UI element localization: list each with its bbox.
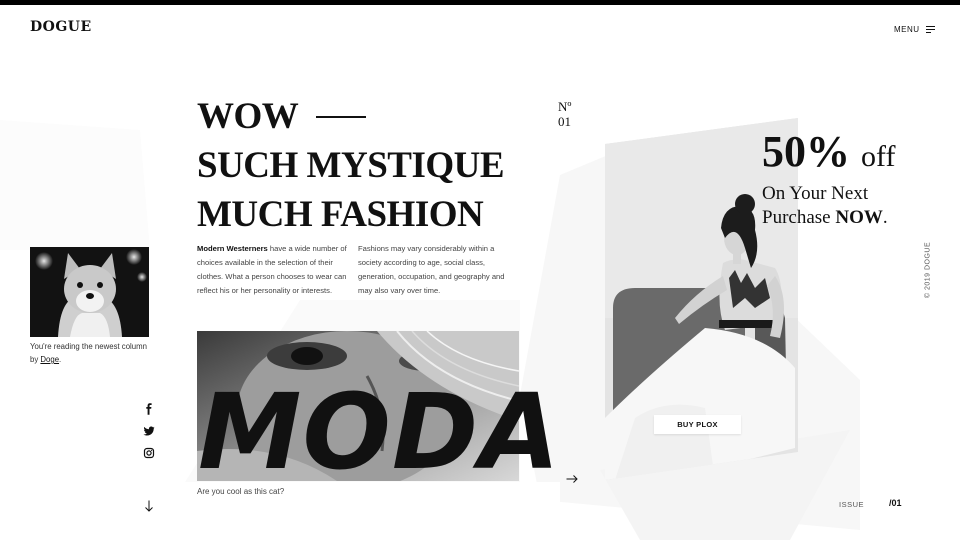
copyright: © 2019 DOGUE	[924, 241, 932, 299]
headline-line-3: MUCH FASHION	[197, 194, 484, 235]
headline: WOW SUCH MYSTIQUE MUCH FASHION	[197, 92, 505, 239]
menu-button[interactable]: MENU	[894, 25, 935, 34]
issue-marker: Nº 01	[558, 99, 571, 129]
feature-word: MODA	[198, 371, 561, 493]
headline-line-2: SUCH MYSTIQUE	[197, 145, 505, 186]
issue-marker-number: 01	[558, 114, 571, 129]
next-arrow-icon[interactable]	[566, 471, 578, 489]
facebook-icon[interactable]	[143, 402, 155, 415]
menu-label: MENU	[894, 25, 920, 34]
site-logo[interactable]: DOGUE	[30, 19, 92, 35]
author-photo	[30, 247, 149, 337]
promo-line-3: Purchase NOW.	[762, 207, 888, 228]
headline-line-1: WOW	[197, 92, 504, 141]
issue-label: ISSUE	[839, 500, 865, 509]
promo-block: 50% off On Your Next Purchase NOW.	[762, 126, 895, 231]
author-caption: You're reading the newest column by Doge…	[30, 342, 147, 364]
promo-percent: 50%	[762, 127, 850, 176]
article-column-2: Fashions may vary considerably within a …	[358, 244, 505, 295]
scroll-down-arrow-icon[interactable]	[144, 499, 154, 517]
author-link[interactable]: Doge	[40, 355, 59, 364]
issue-number[interactable]: /01	[889, 498, 902, 508]
promo-headline: 50% off	[762, 126, 895, 183]
hamburger-icon	[925, 26, 935, 33]
headline-dash	[316, 115, 367, 118]
buy-button[interactable]: BUY PLOX	[654, 415, 741, 434]
article-lead: Modern Westerners	[197, 244, 268, 253]
article-column-1: Modern Westerners have a wide number of …	[197, 244, 347, 295]
instagram-icon[interactable]	[143, 446, 155, 459]
promo-off: off	[861, 140, 896, 173]
twitter-icon[interactable]	[143, 424, 155, 436]
feature-caption: Are you cool as this cat?	[197, 487, 285, 496]
promo-line-2: On Your Next	[762, 183, 869, 204]
issue-prefix: Nº	[558, 99, 572, 114]
